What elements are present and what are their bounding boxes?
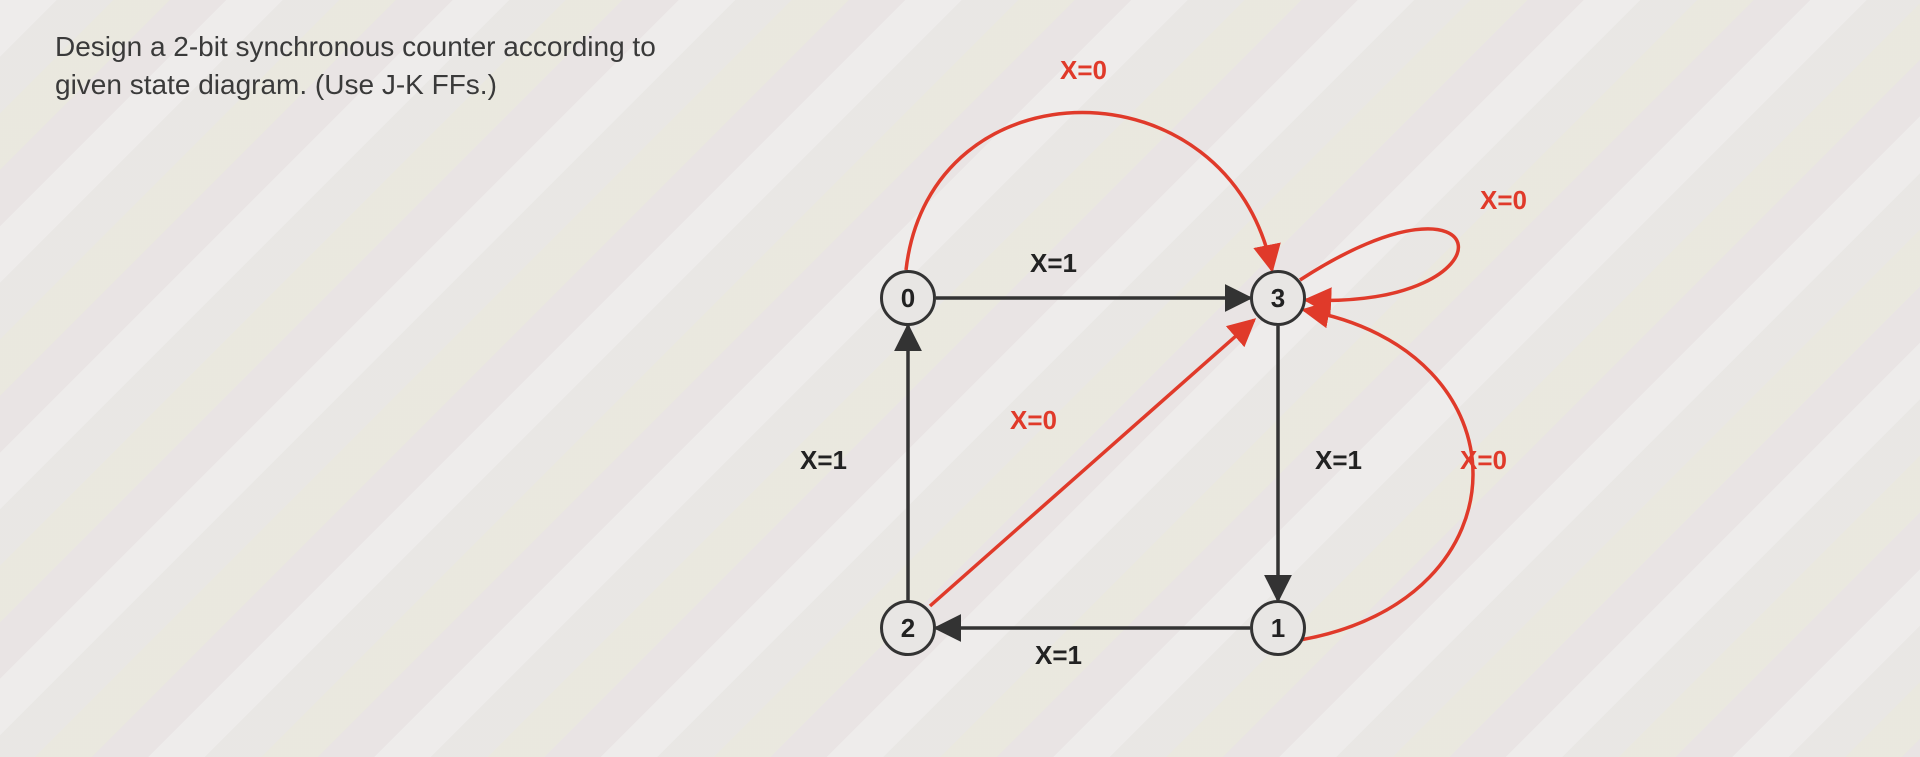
state-3-label: 3 — [1271, 283, 1285, 314]
label-1-3-x0: X=0 — [1460, 445, 1507, 476]
state-2-label: 2 — [901, 613, 915, 644]
label-0-3-x1: X=1 — [1030, 248, 1077, 279]
edge-0-3-x0 — [906, 113, 1272, 271]
state-2: 2 — [880, 600, 936, 656]
label-3-3-x0: X=0 — [1480, 185, 1527, 216]
label-2-0-x1: X=1 — [800, 445, 847, 476]
label-2-3-x0: X=0 — [1010, 405, 1057, 436]
state-3: 3 — [1250, 270, 1306, 326]
state-1-label: 1 — [1271, 613, 1285, 644]
label-1-2-x1: X=1 — [1035, 640, 1082, 671]
state-1: 1 — [1250, 600, 1306, 656]
state-0: 0 — [880, 270, 936, 326]
label-0-3-x0: X=0 — [1060, 55, 1107, 86]
state-diagram: 0 3 2 1 X=1 X=1 X=1 X=1 X=0 X=0 X=0 X=0 — [0, 0, 1920, 757]
edges-svg — [0, 0, 1920, 757]
edge-2-3-x0 — [930, 320, 1254, 606]
label-3-1-x1: X=1 — [1315, 445, 1362, 476]
state-0-label: 0 — [901, 283, 915, 314]
edge-3-3-x0 — [1300, 229, 1458, 301]
